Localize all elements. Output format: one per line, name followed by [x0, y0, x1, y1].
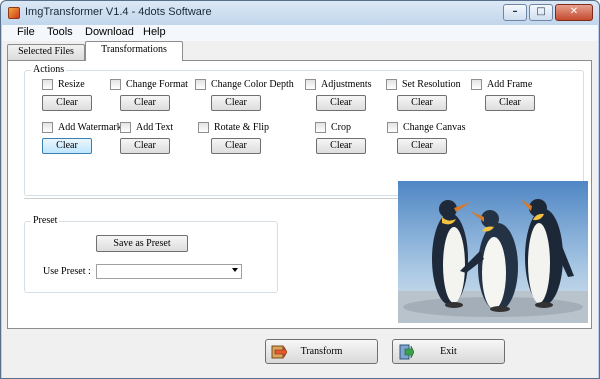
window-controls: – □ ✕ — [501, 4, 593, 22]
transform-label: Transform — [300, 346, 343, 357]
adjustments-clear-button[interactable]: Clear — [316, 95, 366, 111]
minimize-button[interactable]: – — [503, 4, 527, 21]
set-resolution-checkbox[interactable]: Set Resolution — [386, 79, 461, 90]
checkbox-label: Add Frame — [487, 79, 533, 90]
add-watermark-clear-button[interactable]: Clear — [42, 138, 92, 154]
menu-bar: File Tools Download Help — [2, 25, 598, 41]
checkbox-label: Crop — [331, 122, 351, 133]
change-format-checkbox[interactable]: Change Format — [110, 79, 188, 90]
set-resolution-clear-button[interactable]: Clear — [397, 95, 447, 111]
add-frame-checkbox[interactable]: Add Frame — [471, 79, 532, 90]
add-text-clear-button[interactable]: Clear — [120, 138, 170, 154]
checkbox-label: Add Watermark — [58, 122, 122, 133]
checkbox-label: Add Text — [136, 122, 174, 133]
checkbox-label: Change Format — [126, 79, 188, 90]
menu-file[interactable]: File — [17, 26, 35, 38]
checkbox-box[interactable] — [386, 79, 397, 90]
menu-tools[interactable]: Tools — [47, 26, 73, 38]
checkbox-label: Resize — [58, 79, 85, 90]
preview-image — [398, 181, 588, 323]
checkbox-label: Change Color Depth — [211, 79, 294, 90]
client-area: Selected Files Transformations Actions R… — [2, 41, 598, 378]
change-canvas-checkbox[interactable]: Change Canvas — [387, 122, 466, 133]
tab-selected-files[interactable]: Selected Files — [7, 44, 85, 60]
checkbox-box[interactable] — [42, 79, 53, 90]
window-title: ImgTransformer V1.4 - 4dots Software — [25, 6, 212, 18]
menu-help[interactable]: Help — [143, 26, 166, 38]
change-color-depth-checkbox[interactable]: Change Color Depth — [195, 79, 294, 90]
add-watermark-checkbox[interactable]: Add Watermark — [42, 122, 122, 133]
exit-button[interactable]: Exit — [392, 339, 505, 364]
rotate-flip-clear-button[interactable]: Clear — [211, 138, 261, 154]
checkbox-box[interactable] — [198, 122, 209, 133]
crop-checkbox[interactable]: Crop — [315, 122, 351, 133]
app-window: ImgTransformer V1.4 - 4dots Software – □… — [0, 0, 600, 379]
add-text-checkbox[interactable]: Add Text — [120, 122, 173, 133]
transform-button[interactable]: Transform — [265, 339, 378, 364]
preset-group: Preset — [24, 215, 278, 293]
tab-transformations[interactable]: Transformations — [85, 41, 183, 61]
penguins-photo — [398, 181, 588, 323]
checkbox-box[interactable] — [120, 122, 131, 133]
checkbox-box[interactable] — [315, 122, 326, 133]
change-canvas-clear-button[interactable]: Clear — [397, 138, 447, 154]
minimize-icon: – — [512, 6, 518, 17]
menu-download[interactable]: Download — [85, 26, 134, 38]
close-icon: ✕ — [569, 6, 579, 17]
actions-group-title: Actions — [31, 64, 67, 75]
add-frame-clear-button[interactable]: Clear — [485, 95, 535, 111]
checkbox-label: Rotate & Flip — [214, 122, 269, 133]
resize-clear-button[interactable]: Clear — [42, 95, 92, 111]
maximize-icon: □ — [536, 6, 546, 17]
save-preset-button[interactable]: Save as Preset — [96, 235, 188, 252]
preset-group-title: Preset — [31, 215, 60, 226]
checkbox-box[interactable] — [305, 79, 316, 90]
checkbox-label: Adjustments — [321, 79, 372, 90]
use-preset-select[interactable] — [96, 264, 242, 279]
checkbox-box[interactable] — [387, 122, 398, 133]
title-bar[interactable]: ImgTransformer V1.4 - 4dots Software – □… — [1, 1, 599, 25]
app-icon — [8, 7, 20, 19]
checkbox-label: Change Canvas — [403, 122, 466, 133]
crop-clear-button[interactable]: Clear — [316, 138, 366, 154]
exit-label: Exit — [440, 346, 457, 357]
chevron-down-icon — [232, 268, 238, 272]
checkbox-box[interactable] — [195, 79, 206, 90]
adjustments-checkbox[interactable]: Adjustments — [305, 79, 372, 90]
checkbox-box[interactable] — [471, 79, 482, 90]
resize-checkbox[interactable]: Resize — [42, 79, 85, 90]
change-color-depth-clear-button[interactable]: Clear — [211, 95, 261, 111]
change-format-clear-button[interactable]: Clear — [120, 95, 170, 111]
checkbox-box[interactable] — [42, 122, 53, 133]
rotate-flip-checkbox[interactable]: Rotate & Flip — [198, 122, 269, 133]
close-button[interactable]: ✕ — [555, 4, 593, 21]
checkbox-box[interactable] — [110, 79, 121, 90]
use-preset-label: Use Preset : — [43, 266, 91, 277]
checkbox-label: Set Resolution — [402, 79, 461, 90]
maximize-button[interactable]: □ — [529, 4, 553, 21]
